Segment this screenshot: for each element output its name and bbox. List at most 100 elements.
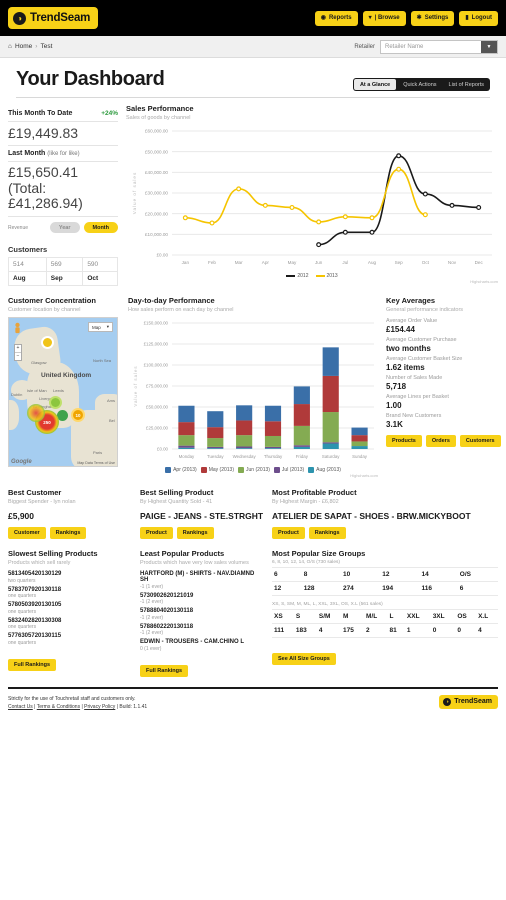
most-profitable-title: Most Profitable Product (272, 488, 357, 498)
reports-button[interactable]: ◉ Reports (314, 10, 358, 26)
map-cluster-marker[interactable] (41, 336, 54, 350)
y-axis-tick-label: £20,000.00 (145, 211, 168, 216)
product-code[interactable]: 5780503920130105 (8, 602, 132, 608)
table-row: 111 183 4 175 2 81 1 0 0 4 (272, 623, 498, 639)
map-zoom-in-button[interactable]: + (15, 345, 21, 352)
products-button[interactable]: Products (386, 435, 422, 448)
data-point (422, 212, 428, 218)
legend-item[interactable]: Apr (2013) (165, 467, 197, 474)
map-type-select[interactable]: Map ▾ (87, 322, 113, 333)
legend-item[interactable]: 2013 (315, 273, 338, 279)
brand-logo[interactable]: ◑ TrendSeam (8, 7, 99, 29)
best-selling-title: Best Selling Product (140, 488, 214, 498)
legend-item[interactable]: Aug (2013) (308, 467, 341, 474)
dashboard-page: ◑ TrendSeam ◉ Reports ▾ | Browse ✱ Setti… (0, 0, 506, 900)
map-attribution[interactable]: Map Data Terms of Use (77, 461, 115, 465)
y-axis-tick-label: £75,000.00 (146, 384, 169, 389)
map-zoom-out-button[interactable]: − (15, 352, 21, 360)
breadcrumb-bar: ⌂ Home › Test Retailer Retailer Name ▼ (0, 36, 506, 58)
legend-item[interactable]: Jul (2013) (273, 467, 304, 474)
settings-button[interactable]: ✱ Settings (410, 10, 455, 26)
key-averages-panel: Key Averages General performance indicat… (386, 296, 501, 478)
street-view-pegman-icon[interactable] (13, 322, 22, 336)
legend-item[interactable]: 2012 (286, 273, 309, 279)
this-month-delta: +24% (101, 110, 118, 117)
product-button[interactable]: Product (272, 527, 305, 540)
list-item: EDWIN - TROUSERS - CAM.CHINO L0 (1 ever) (140, 639, 264, 652)
product-button[interactable]: Product (140, 527, 173, 540)
top-navigation-bar: ◑ TrendSeam ◉ Reports ▾ | Browse ✱ Setti… (0, 0, 506, 36)
bar-segment (351, 435, 368, 442)
product-name[interactable]: 5788602220130118 (140, 624, 264, 630)
rankings-button[interactable]: Rankings (49, 527, 87, 540)
most-profitable-subtitle: By Highest Margin - £6,802 (272, 499, 339, 506)
product-code[interactable]: 5776305720130115 (8, 633, 132, 639)
customer-button[interactable]: Customer (8, 527, 46, 540)
retailer-select[interactable]: Retailer Name ▼ (380, 39, 498, 54)
data-point (396, 166, 402, 172)
legend-item[interactable]: Jun (2013) (238, 467, 270, 474)
key-averages-subtitle: General performance indicators (386, 307, 464, 314)
product-name[interactable]: 5730902620121019 (140, 593, 264, 599)
chart-credit: Highcharts.com (470, 279, 498, 284)
list-item: 5780503920130105 one quarters (8, 602, 132, 615)
key-average-label: Average Lines per Basket (386, 394, 449, 401)
contact-us-link[interactable]: Contact Us (8, 704, 33, 710)
product-name[interactable]: 5788804020130118 (140, 608, 264, 614)
product-code[interactable]: 5813405420130129 (8, 571, 132, 577)
bar-segment (236, 446, 253, 449)
row-highlights: Best Customer Biggest Spender - lyn nola… (8, 488, 498, 540)
product-code[interactable]: 5783707920130118 (8, 587, 132, 593)
size-header-cell: M/L (363, 609, 388, 625)
sales-performance-chart[interactable]: £0.00 £10,000.00 £20,000.00 £30,000.00 £40,0… (126, 125, 498, 273)
customer-map[interactable]: + − Map ▾ United Kingdom Glasgow Leeds L… (8, 317, 118, 468)
map-cluster-marker[interactable] (49, 396, 62, 410)
breadcrumb-separator: › (35, 43, 38, 50)
rankings-button[interactable]: Rankings (308, 527, 346, 540)
bar-segment (178, 447, 195, 450)
map-cluster-marker-10[interactable]: 10 (71, 408, 85, 423)
map-cluster-marker[interactable] (27, 404, 45, 423)
legend-label: May (2013) (208, 467, 235, 474)
bar-segment (236, 405, 253, 421)
product-name[interactable]: EDWIN - TROUSERS - CAM.CHINO L (140, 639, 264, 645)
see-all-size-groups-button[interactable]: See All Size Groups (272, 653, 336, 666)
data-point (342, 214, 348, 220)
legend-item[interactable]: May (2013) (200, 467, 235, 474)
best-selling-buttons: Product Rankings (140, 527, 264, 540)
bar-segment (264, 405, 282, 422)
map-label-dublin: Dublin (11, 392, 23, 398)
privacy-policy-link[interactable]: Privacy Policy (84, 704, 115, 710)
map-zoom-control[interactable]: + − (14, 344, 22, 362)
rankings-button[interactable]: Rankings (176, 527, 214, 540)
customer-concentration-subtitle: Customer location by channel (8, 307, 81, 314)
bar-segment (207, 446, 224, 449)
x-axis-tick-label: Sunday (352, 454, 368, 459)
logout-button[interactable]: ▮ Logout (459, 10, 498, 26)
slowest-full-rankings-button[interactable]: Full Rankings (8, 658, 57, 671)
product-volume: -1 (2 ever) (140, 630, 164, 637)
orders-button[interactable]: Orders (425, 435, 456, 448)
table-row: 12 128 274 194 116 6 (272, 581, 498, 597)
bar-segment (351, 441, 368, 447)
footer-brand-logo[interactable]: ◑ TrendSeam (439, 694, 498, 709)
terms-conditions-link[interactable]: Terms & Conditions (37, 704, 80, 710)
tab-at-a-glance[interactable]: At a Glance (353, 79, 397, 90)
revenue-year-toggle[interactable]: Year (49, 222, 80, 234)
browse-button[interactable]: ▾ | Browse (362, 10, 406, 26)
least-popular-full-rankings-button[interactable]: Full Rankings (140, 664, 189, 677)
breadcrumb-home[interactable]: Home (15, 43, 32, 50)
tab-list-of-reports[interactable]: List of Reports (443, 78, 490, 91)
size-groups-panel: Most Popular Size Groups 6, 8, 10, 12, 1… (272, 549, 498, 677)
retailer-selector-group: Retailer Retailer Name ▼ (354, 39, 498, 54)
revenue-month-toggle[interactable]: Month (83, 222, 118, 234)
product-code[interactable]: 5832402820130308 (8, 618, 132, 624)
tab-quick-actions[interactable]: Quick Actions (397, 78, 442, 91)
footer: Strictly for the use of Touchretail staf… (0, 689, 506, 718)
table-row: XS S S/M M M/L L XXL 3XL OS X.L (272, 609, 498, 625)
bar-segment (236, 435, 253, 447)
size-value-cell: 175 (340, 623, 364, 639)
customers-button[interactable]: Customers (459, 435, 501, 448)
day-to-day-chart[interactable]: £0.00 £25,000.00 £50,000.00 £75,000.00 £100,… (128, 317, 378, 467)
product-name[interactable]: HARTFORD (M) - SHIRTS - NAV.DIAMND SH (140, 571, 264, 583)
